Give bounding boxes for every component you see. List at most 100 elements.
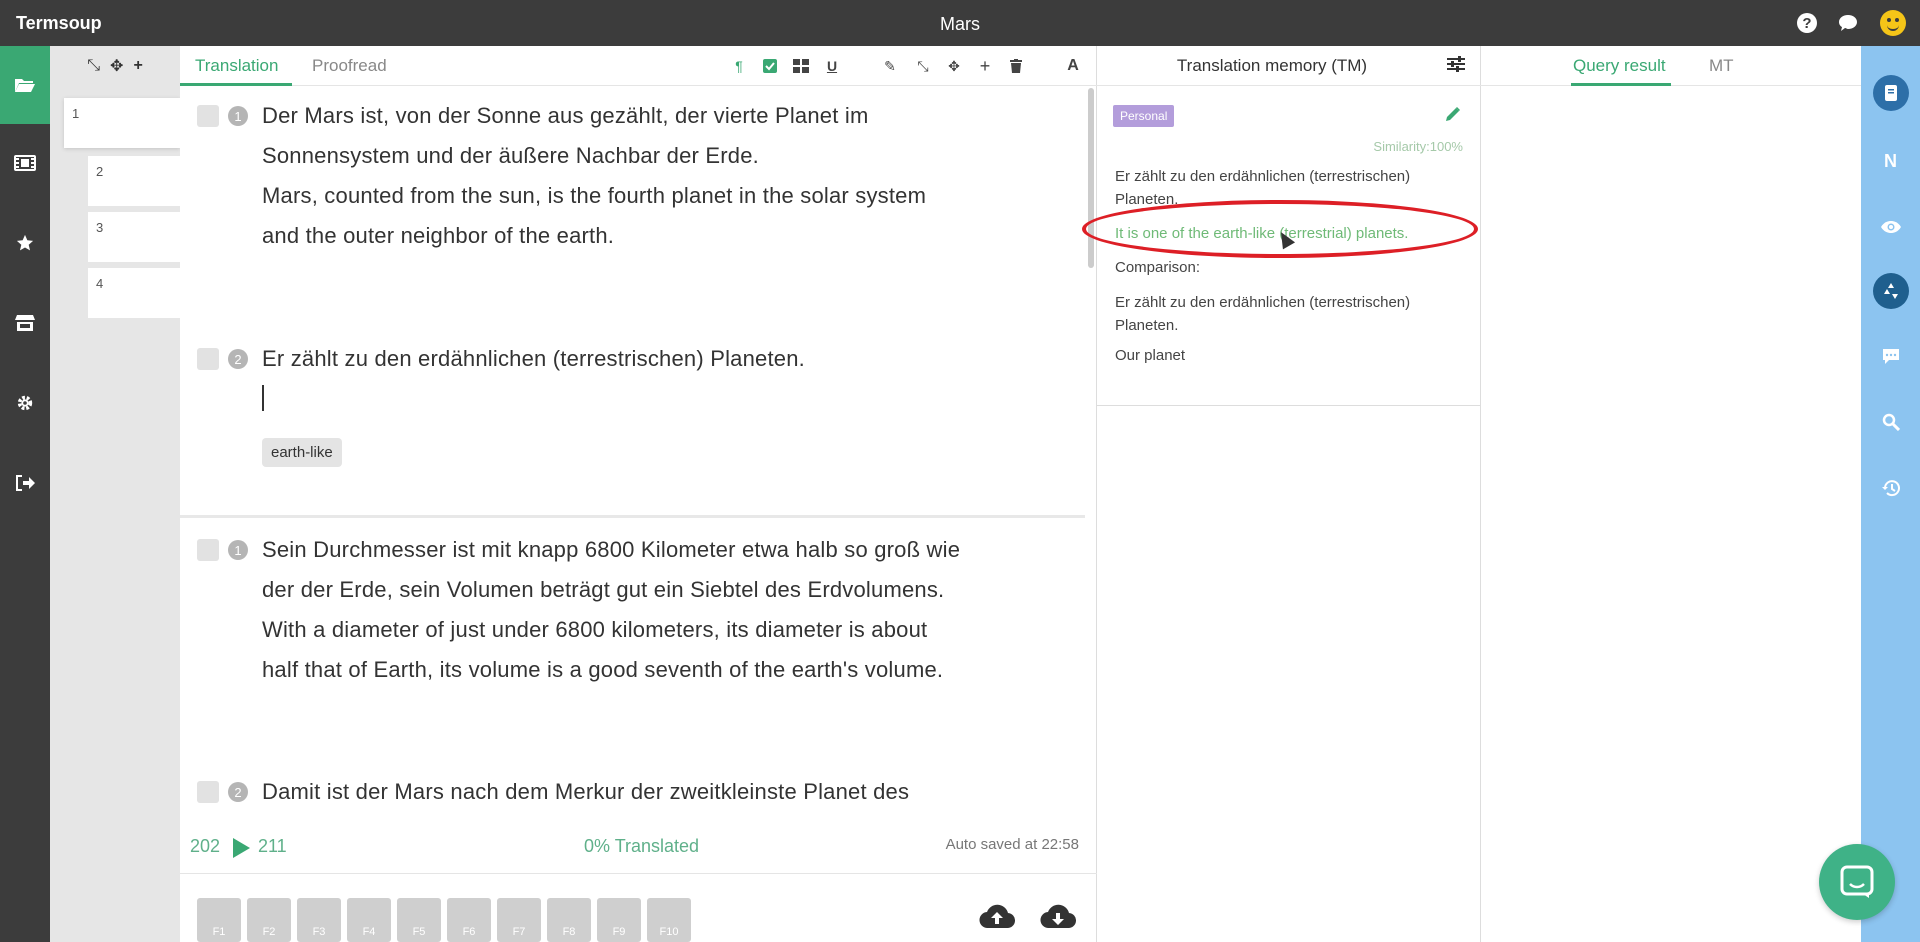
term-tag[interactable]: earth-like — [262, 438, 342, 467]
editor-pane: Translation Proofread ¶ U ✎ ⤡ ✥ + A 1 De… — [180, 46, 1097, 942]
target-text[interactable]: and the outer neighbor of the earth. — [262, 216, 1002, 256]
n-icon[interactable]: N — [1861, 141, 1920, 181]
smiley-avatar-icon[interactable] — [1880, 10, 1906, 36]
font-icon[interactable]: A — [1063, 56, 1083, 76]
chat-bubble-icon — [1840, 865, 1874, 898]
function-key-button[interactable]: F3 — [297, 898, 341, 942]
eye-icon[interactable] — [1861, 207, 1920, 247]
search-icon[interactable] — [1861, 402, 1920, 442]
segment-thumbnail[interactable]: 3 — [88, 212, 180, 262]
store-icon[interactable] — [0, 284, 50, 362]
target-text[interactable]: Mars, counted from the sun, is the fourt… — [262, 176, 1002, 216]
move-icon[interactable]: ✥ — [944, 56, 964, 76]
sign-out-icon[interactable] — [0, 444, 50, 522]
compress-icon[interactable]: ⤡ — [87, 57, 100, 75]
underline-icon[interactable]: U — [822, 56, 842, 76]
target-text[interactable]: With a diameter of just under 6800 kilom… — [262, 610, 1002, 650]
target-text[interactable]: half that of Earth, its volume is a good… — [262, 650, 1002, 690]
play-icon[interactable] — [233, 838, 250, 858]
plus-icon[interactable]: + — [975, 56, 995, 76]
tab-translation[interactable]: Translation — [195, 56, 278, 76]
function-key-button[interactable]: F10 — [647, 898, 691, 942]
segment-thumbnail[interactable]: 4 — [88, 268, 180, 318]
segment-navigator: ⤡ ✥ + 1 2 3 4 — [50, 46, 180, 942]
function-key-button[interactable]: F5 — [397, 898, 441, 942]
recycle-icon[interactable] — [1861, 271, 1920, 311]
cloud-download-icon[interactable] — [1040, 904, 1077, 930]
tm-header: Translation memory (TM) — [1097, 46, 1481, 86]
active-tab-indicator — [1571, 83, 1671, 86]
editor-tabs: Translation Proofread ¶ U ✎ ⤡ ✥ + A — [180, 46, 1097, 86]
sliders-icon[interactable] — [1447, 56, 1467, 76]
pencil-icon[interactable]: ✎ — [880, 56, 900, 76]
annotation-ellipse — [1082, 200, 1478, 258]
function-key-bar: F1 F2 F3 F4 F5 F6 F7 F8 F9 F10 — [180, 873, 1097, 942]
chat-icon[interactable] — [1837, 12, 1859, 34]
source-text[interactable]: Der Mars ist, von der Sonne aus gezählt,… — [262, 96, 1002, 136]
tab-proofread[interactable]: Proofread — [312, 56, 387, 76]
left-sidebar — [0, 46, 50, 942]
comparison-label: Comparison: — [1115, 259, 1201, 276]
paragraph-icon[interactable]: ¶ — [729, 56, 749, 76]
document-title: Mars — [940, 14, 980, 34]
source-text[interactable]: der der Erde, sein Volumen beträgt gut e… — [262, 570, 1002, 610]
function-key-button[interactable]: F7 — [497, 898, 541, 942]
book-icon[interactable] — [1861, 73, 1920, 113]
function-key-button[interactable]: F9 — [597, 898, 641, 942]
pencil-icon[interactable] — [1445, 106, 1463, 124]
paragraph: 1 Der Mars ist, von der Sonne aus gezähl… — [180, 86, 1085, 554]
history-icon[interactable] — [1861, 468, 1920, 508]
paragraph: 1 Sein Durchmesser ist mit knapp 6800 Ki… — [180, 519, 1085, 856]
text-caret[interactable] — [262, 385, 264, 411]
sentence-number: 1 — [228, 106, 248, 126]
autosave-status: Auto saved at 22:58 — [945, 836, 1079, 853]
sentence-number: 2 — [228, 782, 248, 802]
translation-progress: 0% Translated — [584, 836, 700, 856]
comment-icon[interactable] — [1861, 337, 1920, 377]
source-text[interactable]: Er zählt zu den erdähnlichen (terrestris… — [262, 339, 1002, 379]
tab-query-result[interactable]: Query result — [1573, 56, 1666, 76]
tm-note: Our planet — [1115, 347, 1186, 364]
segment-range-end: 211 — [258, 836, 287, 856]
move-icon[interactable]: ✥ — [110, 56, 123, 76]
sentence-checkbox[interactable] — [197, 348, 219, 370]
sentence-checkbox[interactable] — [197, 105, 219, 127]
grid-icon[interactable] — [791, 56, 811, 76]
sentence-checkbox[interactable] — [197, 539, 219, 561]
folder-open-icon[interactable] — [0, 46, 50, 124]
query-result-panel: Query result MT — [1481, 46, 1861, 942]
tab-mt[interactable]: MT — [1709, 56, 1734, 76]
function-key-button[interactable]: F1 — [197, 898, 241, 942]
query-tabs: Query result MT — [1481, 46, 1861, 86]
right-sidebar: N — [1861, 46, 1920, 942]
plus-icon[interactable]: + — [133, 57, 142, 75]
segment-navigator-toolbar: ⤡ ✥ + — [50, 46, 180, 86]
help-icon[interactable]: ? — [1796, 12, 1818, 34]
segment-thumbnail[interactable]: 1 — [64, 98, 180, 148]
editor-status-bar: 202 211 0% Translated Auto saved at 22:5… — [180, 836, 1097, 866]
sentence-checkbox[interactable] — [197, 781, 219, 803]
chat-widget-button[interactable] — [1819, 844, 1895, 920]
star-icon[interactable] — [0, 204, 50, 282]
sentence-number: 2 — [228, 349, 248, 369]
function-key-button[interactable]: F4 — [347, 898, 391, 942]
cloud-upload-icon[interactable] — [979, 904, 1016, 930]
film-icon[interactable] — [0, 124, 50, 202]
translation-memory-panel: Translation memory (TM) Personal Similar… — [1097, 46, 1481, 942]
source-text[interactable]: Damit ist der Mars nach dem Merkur der z… — [262, 772, 1002, 812]
compress-icon[interactable]: ⤡ — [913, 56, 933, 76]
title-bar: Termsoup Mars ? — [0, 0, 1920, 46]
source-text[interactable]: Sein Durchmesser ist mit knapp 6800 Kilo… — [262, 530, 1002, 570]
function-key-button[interactable]: F8 — [547, 898, 591, 942]
gear-icon[interactable] — [0, 364, 50, 442]
source-text[interactable]: Sonnensystem und der äußere Nachbar der … — [262, 136, 1002, 176]
tm-title: Translation memory (TM) — [1176, 56, 1368, 75]
segment-thumbnail[interactable]: 2 — [88, 156, 180, 206]
sentence-number: 1 — [228, 540, 248, 560]
function-key-button[interactable]: F6 — [447, 898, 491, 942]
checkbox-icon[interactable] — [760, 56, 780, 76]
sentence: Er zählt zu den erdähnlichen (terrestris… — [262, 339, 1002, 379]
function-key-button[interactable]: F2 — [247, 898, 291, 942]
trash-icon[interactable] — [1006, 56, 1026, 76]
editor-scrollbar[interactable] — [1088, 88, 1094, 268]
